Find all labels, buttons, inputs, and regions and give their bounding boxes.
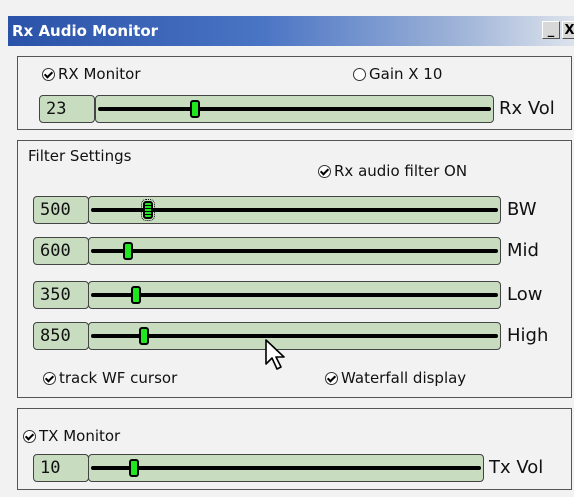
title-bar[interactable]: Rx Audio Monitor _ X: [8, 16, 574, 46]
window-title: Rx Audio Monitor: [12, 22, 159, 40]
tx-vol-slider[interactable]: [88, 454, 484, 482]
high-label: High: [507, 325, 549, 346]
slider-track-line: [91, 334, 498, 338]
slider-thumb[interactable]: [138, 327, 149, 345]
mid-slider[interactable]: [88, 237, 501, 265]
rx-monitor-checkbox[interactable]: RX Monitor: [42, 64, 141, 84]
checkbox-box: [43, 371, 56, 385]
slider-thumb[interactable]: [130, 286, 141, 304]
low-label: Low: [507, 284, 543, 305]
bw-label: BW: [507, 199, 537, 220]
checkbox-box: [353, 67, 366, 81]
low-value[interactable]: 350: [33, 281, 89, 309]
checkbox-box: [318, 164, 331, 178]
close-button[interactable]: X: [562, 21, 574, 39]
slider-track-line: [98, 107, 491, 111]
slider-thumb[interactable]: [140, 199, 155, 221]
tx-monitor-label: TX Monitor: [39, 427, 121, 445]
minimize-button[interactable]: _: [542, 21, 560, 39]
track-wf-cursor-checkbox[interactable]: track WF cursor: [43, 368, 177, 388]
low-slider[interactable]: [88, 281, 501, 309]
checkbox-box: [23, 429, 36, 443]
gain-x10-label: Gain X 10: [369, 65, 443, 83]
rx-vol-slider[interactable]: [95, 95, 494, 123]
slider-thumb[interactable]: [122, 242, 133, 260]
mid-label: Mid: [507, 240, 539, 261]
high-value[interactable]: 850: [33, 322, 89, 350]
rx-audio-filter-label: Rx audio filter ON: [334, 162, 468, 180]
rx-monitor-label: RX Monitor: [58, 65, 141, 83]
tx-vol-value[interactable]: 10: [33, 454, 89, 482]
slider-thumb[interactable]: [129, 459, 139, 477]
bw-value[interactable]: 500: [33, 196, 89, 224]
tx-monitor-checkbox[interactable]: TX Monitor: [23, 426, 120, 446]
bw-slider[interactable]: [88, 196, 501, 224]
rx-vol-label: Rx Vol: [499, 98, 555, 119]
checkbox-box: [42, 67, 55, 81]
waterfall-display-label: Waterfall display: [341, 369, 467, 387]
tx-monitor-panel: TX Monitor 10 Tx Vol: [17, 408, 572, 490]
rx-monitor-panel: RX Monitor Gain X 10 23 Rx Vol: [17, 56, 572, 130]
track-wf-cursor-label: track WF cursor: [59, 369, 178, 387]
slider-thumb[interactable]: [189, 100, 200, 118]
rx-audio-filter-checkbox[interactable]: Rx audio filter ON: [318, 161, 467, 181]
mid-value[interactable]: 600: [33, 237, 89, 265]
high-slider[interactable]: [88, 322, 501, 350]
slider-track-line: [91, 249, 498, 253]
arrow-pointer-icon: [265, 339, 285, 370]
checkbox-box: [325, 371, 338, 385]
waterfall-display-checkbox[interactable]: Waterfall display: [325, 368, 466, 388]
gain-x10-checkbox[interactable]: Gain X 10: [353, 64, 442, 84]
slider-track-line: [91, 466, 481, 470]
filter-settings-panel: Filter Settings Rx audio filter ON 500 B…: [17, 140, 572, 398]
filter-settings-title: Filter Settings: [28, 147, 132, 165]
tx-vol-label: Tx Vol: [489, 457, 544, 478]
rx-vol-value[interactable]: 23: [39, 95, 95, 123]
slider-track-line: [91, 293, 498, 297]
